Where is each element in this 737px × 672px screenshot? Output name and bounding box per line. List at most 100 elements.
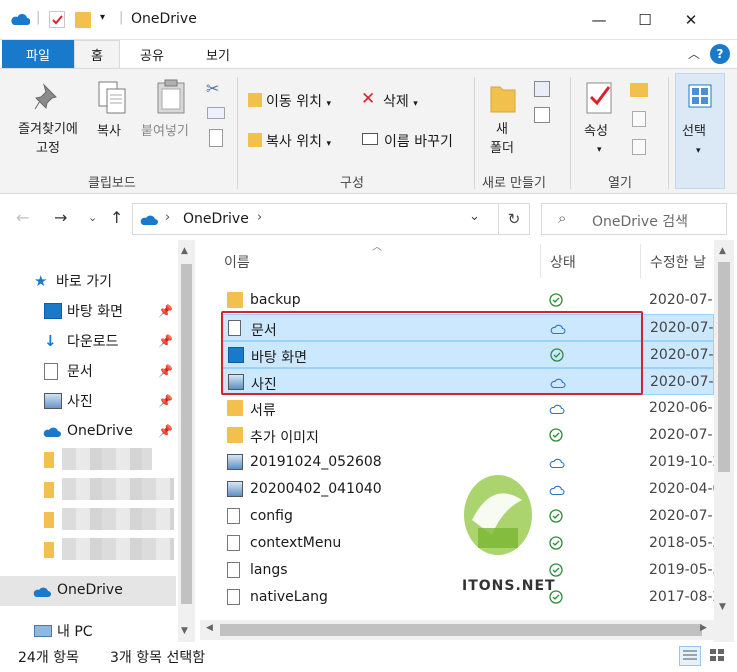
refresh-icon[interactable]: ↻ xyxy=(498,203,530,235)
edit-icon[interactable] xyxy=(632,111,646,127)
pin-icon[interactable]: 📌 xyxy=(158,304,173,318)
horizontal-scrollbar[interactable]: ◀ ▶ xyxy=(200,620,714,640)
organize-group-label: 구성 xyxy=(340,176,364,191)
new-folder-button[interactable]: 새 폴더 xyxy=(482,120,522,158)
easy-access-icon[interactable] xyxy=(534,107,550,123)
details-view-icon[interactable] xyxy=(679,646,701,666)
tab-view[interactable]: 보기 xyxy=(190,40,246,68)
scroll-thumb[interactable] xyxy=(220,624,702,636)
minimize-button[interactable]: — xyxy=(576,0,622,40)
tab-file[interactable]: 파일 xyxy=(2,40,74,68)
file-name: langs xyxy=(250,562,288,578)
customize-toolbar-icon[interactable]: ▾ xyxy=(100,12,105,23)
scroll-up-icon[interactable]: ▲ xyxy=(181,246,188,256)
properties-dropdown-icon[interactable]: ▾ xyxy=(597,145,602,155)
select-button[interactable]: 선택 ▾ xyxy=(675,73,725,189)
scroll-down-icon[interactable]: ▼ xyxy=(719,602,726,612)
copy-to-button[interactable]: 복사 위치 ▾ xyxy=(266,131,331,151)
nav-this-pc-label: 내 PC xyxy=(57,624,93,640)
nav-item-label: 문서 xyxy=(67,364,93,380)
breadcrumb-onedrive[interactable]: OneDrive xyxy=(183,211,249,227)
back-arrow-icon[interactable]: ← xyxy=(16,208,29,227)
file-name: 20200402_041040 xyxy=(250,481,382,497)
rename-button[interactable]: 이름 바꾸기 xyxy=(384,131,453,151)
nav-quick-access[interactable]: ★ 바로 가기 xyxy=(0,266,176,296)
file-icon xyxy=(227,562,240,578)
synced-check-icon xyxy=(549,536,563,550)
table-row[interactable]: backup 2020-07-1 xyxy=(222,287,721,314)
nav-item-onedrive[interactable]: OneDrive 📌 xyxy=(0,416,176,446)
pin-to-quick-access-button[interactable]: 즐겨찾기에 고정 xyxy=(2,120,94,158)
blurred-folder-name[interactable] xyxy=(62,538,174,560)
forward-arrow-icon[interactable]: → xyxy=(54,208,67,227)
image-file-icon xyxy=(227,454,243,470)
pin-icon[interactable]: 📌 xyxy=(158,364,173,378)
breadcrumb-chevron-icon[interactable]: › xyxy=(165,210,170,225)
table-row[interactable]: 서류 2020-06-1 xyxy=(222,395,721,422)
breadcrumb-chevron-icon[interactable]: › xyxy=(257,210,262,225)
address-history-icon[interactable]: ⌄ xyxy=(469,209,480,224)
collapse-ribbon-icon[interactable]: ︿ xyxy=(688,45,700,62)
scroll-thumb[interactable] xyxy=(181,264,192,604)
nav-item-pictures[interactable]: 사진 📌 xyxy=(0,386,176,416)
tab-home[interactable]: 홈 xyxy=(74,40,120,68)
nav-item-desktop[interactable]: 바탕 화면 📌 xyxy=(0,296,176,326)
search-box[interactable]: ⌕ OneDrive 검색 xyxy=(541,203,727,235)
nav-scrollbar[interactable]: ▲ ▼ xyxy=(178,240,195,642)
cut-icon[interactable]: ✂ xyxy=(206,79,219,98)
properties-quick-icon[interactable] xyxy=(49,11,65,28)
column-divider[interactable] xyxy=(640,244,641,278)
scroll-left-icon[interactable]: ◀ xyxy=(206,623,213,633)
column-header-status[interactable]: 상태 xyxy=(550,252,576,272)
blurred-folder-name[interactable] xyxy=(62,478,174,500)
ribbon-separator xyxy=(237,77,238,189)
tab-share[interactable]: 공유 xyxy=(126,40,178,68)
synced-check-icon xyxy=(549,428,563,442)
pin-icon[interactable]: 📌 xyxy=(158,334,173,348)
nav-onedrive-root[interactable]: OneDrive xyxy=(0,576,176,606)
close-button[interactable]: ✕ xyxy=(668,0,714,40)
new-item-icon[interactable] xyxy=(534,81,550,97)
help-button[interactable]: ? xyxy=(710,44,730,64)
properties-button[interactable]: 속성 xyxy=(584,122,608,141)
file-date: 2018-05-2 xyxy=(649,535,722,551)
paste-shortcut-icon[interactable] xyxy=(209,129,223,147)
rename-icon xyxy=(362,133,378,145)
copy-path-icon[interactable] xyxy=(207,107,225,119)
blurred-folder-name[interactable] xyxy=(62,508,174,530)
nav-item-documents[interactable]: 문서 📌 xyxy=(0,356,176,386)
open-icon[interactable] xyxy=(630,83,648,97)
address-bar[interactable]: › OneDrive › ⌄ xyxy=(132,203,530,235)
copy-button[interactable]: 복사 xyxy=(97,122,121,141)
nav-item-downloads[interactable]: ↓ 다운로드 📌 xyxy=(0,326,176,356)
history-icon[interactable] xyxy=(632,139,646,155)
title-separator-2: | xyxy=(119,10,124,25)
maximize-button[interactable]: ☐ xyxy=(622,0,668,40)
scroll-down-icon[interactable]: ▼ xyxy=(181,626,188,636)
recent-locations-icon[interactable]: ⌄ xyxy=(88,211,97,224)
column-header-modified[interactable]: 수정한 날 xyxy=(650,252,706,272)
pin-icon[interactable]: 📌 xyxy=(158,394,173,408)
scroll-thumb[interactable] xyxy=(718,262,730,472)
scroll-up-icon[interactable]: ▲ xyxy=(719,246,726,256)
column-header-name[interactable]: 이름 xyxy=(224,252,250,272)
sort-indicator-icon: ︿ xyxy=(372,242,382,253)
address-row: ← → ⌄ ↑ › OneDrive › ⌄ ↻ ⌕ OneDrive 검색 xyxy=(0,198,737,240)
blurred-folder-name[interactable] xyxy=(62,448,152,470)
table-row[interactable]: 추가 이미지 2020-07-1 xyxy=(222,422,721,449)
pin-label-line1: 즐겨찾기에 xyxy=(18,122,78,137)
column-divider[interactable] xyxy=(540,244,541,278)
scroll-right-icon[interactable]: ▶ xyxy=(700,623,707,633)
large-icons-view-icon[interactable] xyxy=(707,646,729,666)
new-folder-icon xyxy=(490,86,516,113)
up-arrow-icon[interactable]: ↑ xyxy=(110,208,123,227)
folder-icon xyxy=(227,400,243,416)
move-to-button[interactable]: 이동 위치 ▾ xyxy=(266,91,331,111)
paste-button[interactable]: 붙여넣기 xyxy=(141,122,189,141)
search-input[interactable]: OneDrive 검색 xyxy=(592,211,688,231)
delete-button[interactable]: 삭제 ▾ xyxy=(383,91,418,111)
open-group-label: 열기 xyxy=(608,176,632,191)
new-folder-quick-icon[interactable] xyxy=(75,12,91,28)
pin-icon[interactable]: 📌 xyxy=(158,424,173,438)
file-list-scrollbar[interactable]: ▲ ▼ xyxy=(714,240,734,642)
